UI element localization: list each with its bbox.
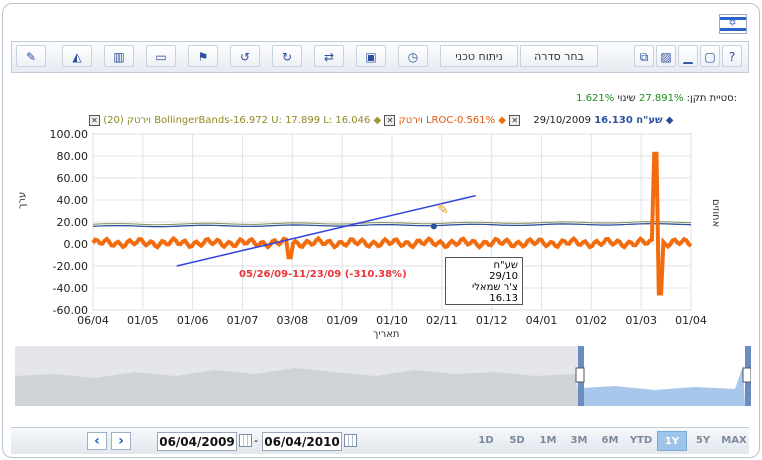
x-tick-label: 01/06 bbox=[177, 314, 209, 327]
remove-bollinger-icon[interactable]: ✕ bbox=[89, 115, 100, 126]
x-tick-label: 04/01 bbox=[526, 314, 558, 327]
trend-annotation: 05/26/09-11/23/09 (-310.38%) bbox=[239, 269, 407, 280]
diamond-icon: ◆ bbox=[665, 115, 674, 126]
y-tick-label: 20.00 bbox=[57, 216, 89, 229]
x-tick-label: 01/05 bbox=[127, 314, 159, 327]
change-value: 27.891% bbox=[638, 93, 684, 104]
redo-icon[interactable]: ↻ bbox=[272, 45, 302, 67]
minimize-icon[interactable]: ▁ bbox=[678, 45, 698, 67]
undo-icon[interactable]: ↺ bbox=[230, 45, 260, 67]
chart-window: ✡ ✎ ◭ ▥ ▭ ⚑ ↺ ↻ ⇄ ▣ ◷ ניתוח טכני בחר סדר… bbox=[2, 3, 760, 458]
calendar-icon[interactable] bbox=[239, 434, 252, 447]
tile-icon[interactable]: ⧉ bbox=[634, 45, 654, 67]
select-series-button[interactable]: בחר סדרה bbox=[520, 45, 598, 67]
price-chart[interactable]: 100.00 80.00 60.00 40.00 20.00 0.00 -20.00 -40.… bbox=[3, 126, 759, 346]
tooltip-date: 29/10 bbox=[489, 271, 518, 282]
range-6m-button[interactable]: 6M bbox=[595, 431, 625, 451]
x-tick-label: 01/02 bbox=[575, 314, 607, 327]
legend-bar: ✕ וירטק (20) BollingerBands-16.972 U: 17… bbox=[89, 115, 673, 126]
range-5d-button[interactable]: 5D bbox=[502, 431, 532, 451]
bar-chart-icon[interactable]: ▥ bbox=[104, 45, 134, 67]
x-tick-label: 01/04 bbox=[675, 314, 707, 327]
range-1y-button[interactable]: 1Y bbox=[657, 431, 687, 451]
comment-icon[interactable]: ▭ bbox=[146, 45, 176, 67]
maximize-icon[interactable]: ▢ bbox=[700, 45, 720, 67]
y-tick-label: -20.00 bbox=[53, 260, 88, 273]
range-3m-button[interactable]: 3M bbox=[564, 431, 594, 451]
export-icon[interactable]: ▣ bbox=[356, 45, 386, 67]
range-max-button[interactable]: MAX bbox=[719, 431, 749, 451]
legend-date: 29/10/2009 bbox=[533, 115, 591, 126]
refresh-icon[interactable]: ⇄ bbox=[314, 45, 344, 67]
deviation-label: סטיית תקן: bbox=[686, 93, 734, 104]
technical-analysis-button[interactable]: ניתוח טכני bbox=[440, 45, 518, 67]
x-tick-label: 01/09 bbox=[326, 314, 358, 327]
pencil-icon[interactable]: ✎ bbox=[437, 202, 449, 218]
toolbar: ✎ ◭ ▥ ▭ ⚑ ↺ ↻ ⇄ ▣ ◷ ניתוח טכני בחר סדרה … bbox=[11, 41, 749, 73]
x-tick-label: 03/08 bbox=[276, 314, 308, 327]
x-axis-label: תאריך bbox=[373, 329, 400, 340]
x-tick-label: 01/10 bbox=[376, 314, 408, 327]
range-navigator[interactable] bbox=[15, 346, 751, 406]
y-axis-label: ערך bbox=[17, 191, 28, 209]
diamond-icon: ◆ bbox=[373, 115, 382, 126]
legend-bollinger: וירטק (20) BollingerBands-16.972 U: 17.8… bbox=[103, 115, 371, 126]
tooltip-text: צ'ר שמאלי 16.13 bbox=[472, 282, 518, 304]
y-tick-label: 0.00 bbox=[64, 238, 89, 251]
flag-icon[interactable]: ⚑ bbox=[188, 45, 218, 67]
range-1d-button[interactable]: 1D bbox=[471, 431, 501, 451]
y-tick-label: 100.00 bbox=[50, 128, 89, 141]
edit-icon[interactable]: ✎ bbox=[16, 45, 46, 67]
stats-line: 1.621% סטיית תקן: 27.891% שינוי: bbox=[576, 93, 737, 104]
from-date-input[interactable]: 06/04/2009 bbox=[157, 432, 237, 451]
right-axis-label: אחוזים bbox=[710, 199, 721, 228]
previous-button[interactable]: ‹ bbox=[87, 432, 107, 450]
israel-flag-icon[interactable]: ✡ bbox=[719, 14, 747, 34]
next-button[interactable]: › bbox=[111, 432, 131, 450]
range-ytd-button[interactable]: YTD bbox=[626, 431, 656, 451]
to-date-input[interactable]: 06/04/2010 bbox=[262, 432, 342, 451]
range-1m-button[interactable]: 1M bbox=[533, 431, 563, 451]
range-5y-button[interactable]: 5Y bbox=[688, 431, 718, 451]
range-selector: 1D 5D 1M 3M 6M YTD 1Y 5Y MAX bbox=[471, 428, 749, 454]
navigation-bar: ‹ › 06/04/2009 - 06/04/2010 1D 5D 1M 3M 6M YT… bbox=[11, 427, 749, 454]
legend-lroc: וירטק LROC-0.561% bbox=[398, 115, 496, 126]
x-tick-label: 01/03 bbox=[625, 314, 657, 327]
clock-icon[interactable]: ◷ bbox=[398, 45, 428, 67]
y-tick-label: 40.00 bbox=[57, 194, 89, 207]
x-tick-label: 02/11 bbox=[426, 314, 458, 327]
remove-main-series-icon[interactable]: ✕ bbox=[509, 115, 521, 126]
deviation-value: 1.621% bbox=[576, 93, 615, 104]
area-chart-icon[interactable]: ◭ bbox=[62, 45, 92, 67]
remove-lroc-icon[interactable]: ✕ bbox=[384, 115, 396, 126]
x-tick-label: 01/07 bbox=[227, 314, 259, 327]
y-tick-label: 60.00 bbox=[57, 172, 89, 185]
legend-main-series: שע"ח 16.130 bbox=[594, 115, 663, 126]
x-tick-label: 01/12 bbox=[476, 314, 508, 327]
help-icon[interactable]: ? bbox=[722, 45, 742, 67]
tooltip-title: שע"ח bbox=[493, 260, 518, 271]
diamond-icon: ◆ bbox=[498, 115, 506, 126]
image-icon[interactable]: ▨ bbox=[656, 45, 676, 67]
x-tick-label: 06/04 bbox=[77, 314, 109, 327]
data-tooltip: שע"ח 29/10 צ'ר שמאלי 16.13 bbox=[445, 257, 523, 305]
tooltip-point bbox=[430, 223, 437, 230]
y-tick-label: -40.00 bbox=[53, 282, 88, 295]
y-tick-label: 80.00 bbox=[57, 150, 89, 163]
calendar-icon[interactable] bbox=[344, 434, 357, 447]
date-separator: - bbox=[254, 434, 258, 447]
